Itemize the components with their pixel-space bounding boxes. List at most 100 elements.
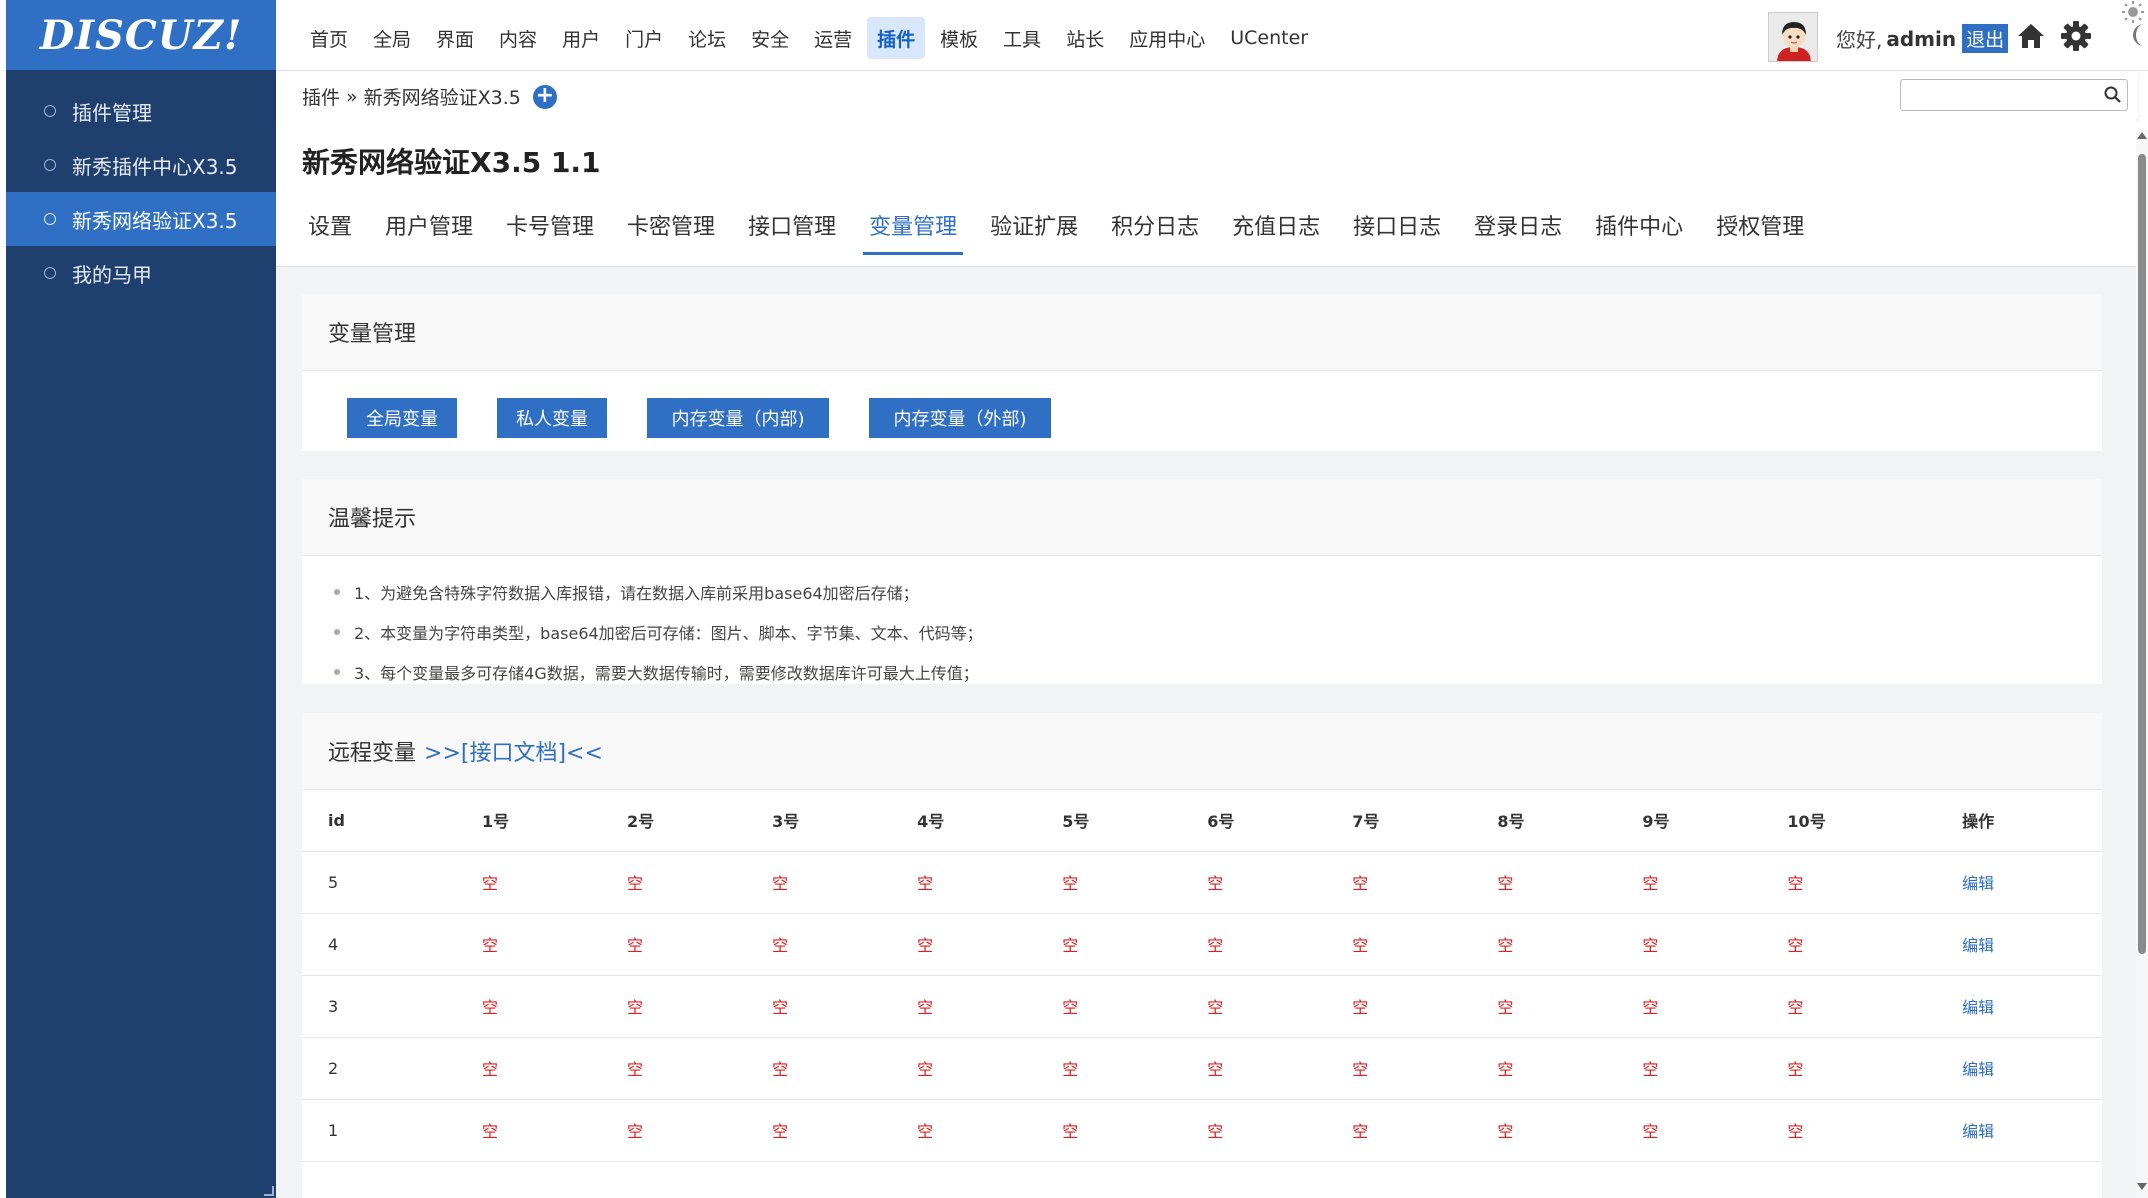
top-nav-item[interactable]: 论坛 (678, 17, 736, 59)
top-nav-item[interactable]: 全局 (363, 17, 421, 59)
memory-internal-button[interactable]: 内存变量（内部) (647, 398, 829, 438)
moon-icon[interactable] (2128, 20, 2148, 50)
edit-link[interactable]: 编辑 (1962, 1037, 2102, 1100)
sidebar: DISCUZ! 插件管理 新秀插件中心X3.5 新秀网络验证X3.5 我的马甲 (6, 0, 276, 1198)
plus-circle-icon[interactable]: + (532, 84, 557, 109)
scrollbar-thumb[interactable] (2138, 154, 2146, 954)
variable-cell: 空 (1642, 975, 1788, 1038)
variable-cell: 空 (1787, 913, 1963, 976)
panel-title: 远程变量 >>[接口文档]<< (302, 713, 2102, 790)
plugin-tab[interactable]: 设置 (302, 197, 358, 255)
variable-cell: 空 (627, 1037, 773, 1100)
variable-cell: 空 (1207, 851, 1353, 914)
table-row: 2 空空空空空空空空空空编辑 (302, 1037, 2102, 1100)
plugin-tab[interactable]: 接口日志 (1347, 197, 1447, 255)
user-greeting: 您好, admin 退出 (1836, 24, 2009, 53)
variable-cell: 空 (1787, 975, 1963, 1038)
variable-cell: 空 (917, 851, 1063, 914)
table-row: 3 空空空空空空空空空空编辑 (302, 975, 2102, 1038)
top-nav-item[interactable]: 站长 (1056, 17, 1114, 59)
resize-grip-icon[interactable] (264, 1186, 274, 1196)
top-nav-item[interactable]: 模板 (930, 17, 988, 59)
plugin-tab[interactable]: 用户管理 (379, 197, 479, 255)
plugin-tabs: 设置 用户管理 卡号管理 卡密管理 接口管理 变量管理 验证扩展 积分日志 充值日志 接口日志 登录… (302, 197, 1831, 255)
global-variable-button[interactable]: 全局变量 (347, 398, 457, 438)
top-nav-item[interactable]: 运营 (804, 17, 862, 59)
top-nav-item[interactable]: 内容 (489, 17, 547, 59)
plugin-tab[interactable]: 登录日志 (1468, 197, 1568, 255)
circle-bullet-icon (44, 267, 56, 279)
search-icon[interactable] (2103, 85, 2123, 105)
column-header: 9号 (1642, 790, 1788, 852)
variable-cell: 空 (1062, 851, 1208, 914)
table-row: 1 空空空空空空空空空空编辑 (302, 1099, 2102, 1162)
sidebar-item-plugin-center[interactable]: 新秀插件中心X3.5 (6, 138, 276, 192)
top-nav-item[interactable]: 用户 (552, 17, 610, 59)
plugin-tab[interactable]: 积分日志 (1105, 197, 1205, 255)
table-body: 5 空空空空空空空空空空编辑 4 空空空空空空空空空空编辑 3 空空空空空空空空空空编辑 2… (302, 851, 2102, 1162)
sidebar-item-my-vest[interactable]: 我的马甲 (6, 246, 276, 300)
variable-cell: 空 (1207, 975, 1353, 1038)
breadcrumb: 插件 » 新秀网络验证X3.5 + (302, 83, 557, 110)
tip-item: 1、为避免含特殊字符数据入库报错，请在数据入库前采用base64加密后存储； (302, 572, 2102, 612)
variable-cell: 空 (917, 1037, 1063, 1100)
scroll-up-icon[interactable] (2137, 132, 2147, 139)
page-title: 新秀网络验证X3.5 1.1 (302, 146, 601, 179)
column-header: 4号 (917, 790, 1063, 852)
top-nav-item[interactable]: 插件 (867, 17, 926, 59)
variable-cell: 空 (1787, 1099, 1963, 1162)
variable-cell: 空 (1352, 851, 1498, 914)
edit-link[interactable]: 编辑 (1962, 851, 2102, 914)
search-box[interactable] (1900, 79, 2128, 111)
api-doc-link[interactable]: >>[接口文档]<< (424, 735, 603, 767)
top-nav-item[interactable]: 首页 (300, 17, 358, 59)
tip-text: 3、每个变量最多可存储4G数据，需要大数据传输时，需要修改数据库许可最大上传值； (354, 664, 979, 683)
row-id: 5 (302, 851, 482, 914)
top-navigation: 首页 全局 界面 内容 用户 门户 论坛 安全 运营 插件 模板 工具 站长 应用中心 UCenter 您好… (276, 0, 2148, 71)
variable-cell: 空 (772, 1099, 918, 1162)
plugin-tab[interactable]: 验证扩展 (984, 197, 1084, 255)
top-nav-item[interactable]: 安全 (741, 17, 799, 59)
tip-item: 2、本变量为字符串类型，base64加密后可存储：图片、脚本、字节集、文本、代码… (302, 612, 2102, 652)
tips-list: 1、为避免含特殊字符数据入库报错，请在数据入库前采用base64加密后存储； 2… (302, 556, 2102, 692)
top-nav-item[interactable]: 界面 (426, 17, 484, 59)
variable-cell: 空 (1352, 1099, 1498, 1162)
top-nav-item[interactable]: UCenter (1220, 17, 1318, 59)
bullet-icon (334, 669, 340, 675)
plugin-tab[interactable]: 卡号管理 (500, 197, 600, 255)
edit-link[interactable]: 编辑 (1962, 975, 2102, 1038)
variable-cell: 空 (1352, 1037, 1498, 1100)
logout-button[interactable]: 退出 (1962, 24, 2009, 53)
top-nav-item[interactable]: 工具 (993, 17, 1051, 59)
plugin-tab[interactable]: 变量管理 (863, 197, 964, 255)
page-scrollbar[interactable] (2136, 130, 2148, 1198)
avatar[interactable] (1768, 12, 1818, 62)
plugin-tab[interactable]: 充值日志 (1226, 197, 1326, 255)
scroll-down-icon[interactable] (2137, 1183, 2147, 1190)
private-variable-button[interactable]: 私人变量 (497, 398, 607, 438)
variable-cell: 空 (772, 1037, 918, 1100)
row-id: 2 (302, 1037, 482, 1100)
plugin-tab[interactable]: 授权管理 (1710, 197, 1810, 255)
plugin-tab[interactable]: 卡密管理 (621, 197, 721, 255)
search-input[interactable] (1901, 80, 2091, 110)
gear-icon[interactable] (2060, 20, 2092, 52)
plugin-tab[interactable]: 接口管理 (742, 197, 842, 255)
main-content: 新秀网络验证X3.5 1.1 设置 用户管理 卡号管理 卡密管理 接口管理 变量管理 验证扩… (276, 119, 2136, 1198)
memory-external-button[interactable]: 内存变量（外部) (869, 398, 1051, 438)
variable-cell: 空 (1497, 913, 1643, 976)
logo-text: DISCUZ! (39, 11, 243, 59)
sidebar-item-plugin-manage[interactable]: 插件管理 (6, 84, 276, 138)
breadcrumb-root[interactable]: 插件 (302, 83, 340, 110)
column-header: 1号 (482, 790, 628, 852)
column-header: 2号 (627, 790, 773, 852)
discuz-logo[interactable]: DISCUZ! (6, 0, 276, 70)
top-nav-item[interactable]: 应用中心 (1119, 17, 1215, 59)
plugin-tab[interactable]: 插件中心 (1589, 197, 1689, 255)
edit-link[interactable]: 编辑 (1962, 1099, 2102, 1162)
edit-link[interactable]: 编辑 (1962, 913, 2102, 976)
top-nav-item[interactable]: 门户 (615, 17, 673, 59)
sidebar-item-network-verify[interactable]: 新秀网络验证X3.5 (6, 192, 276, 246)
home-icon[interactable] (2016, 22, 2046, 50)
variable-cell: 空 (1207, 913, 1353, 976)
